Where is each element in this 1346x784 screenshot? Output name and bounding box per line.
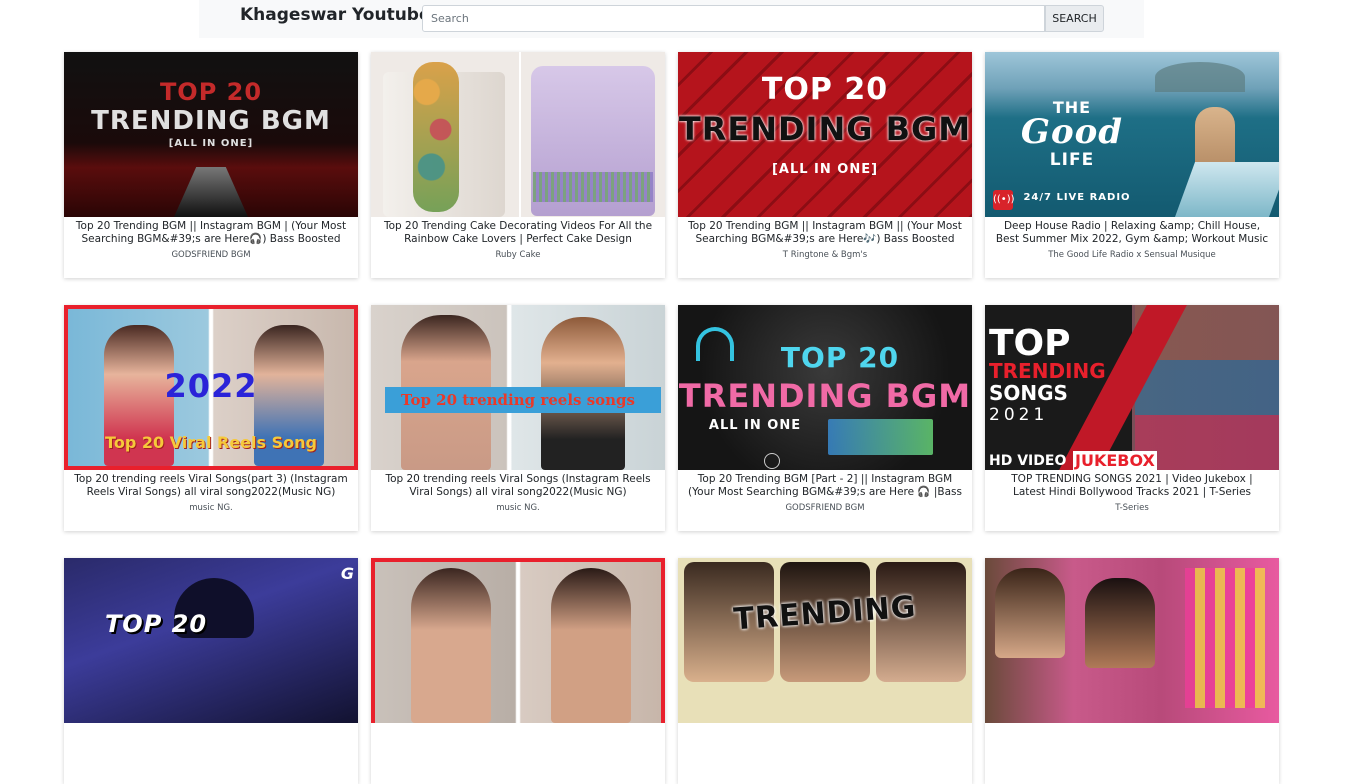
thumbnail-caption: TOP 20 [780, 341, 900, 374]
video-thumbnail[interactable]: TOP 20 TRENDING BGM [ALL IN ONE] [678, 52, 972, 217]
video-title[interactable] [371, 723, 665, 752]
video-card[interactable] [371, 558, 665, 784]
brand-title[interactable]: Khageswar Youtube [240, 5, 431, 25]
video-card[interactable]: G TOP 20 [64, 558, 358, 784]
thumbnail-caption: [ALL IN ONE] [771, 162, 879, 177]
video-title[interactable] [64, 723, 358, 752]
video-thumbnail[interactable]: TOP 20 TRENDING BGM [ALL IN ONE] [64, 52, 358, 217]
video-title[interactable] [985, 723, 1279, 752]
video-title[interactable]: Top 20 Trending BGM || Instagram BGM || … [678, 217, 972, 246]
thumbnail-caption: TRENDING BGM [678, 110, 972, 148]
thumbnail-caption: TRENDING BGM [678, 377, 972, 415]
channel-name[interactable]: The Good Life Radio x Sensual Musique [985, 250, 1279, 260]
logo-icon: G [340, 564, 354, 583]
video-thumbnail[interactable]: TOP 20 TRENDING BGM ALL IN ONE [678, 305, 972, 470]
video-thumbnail[interactable]: THE Good LIFE 24/7 LIVE RADIO ((•)) [985, 52, 1279, 217]
play-icon [764, 453, 780, 469]
video-title[interactable]: Top 20 trending reels Viral Songs(part 3… [64, 470, 358, 499]
video-card[interactable]: Top 20 Trending Cake Decorating Videos F… [371, 52, 665, 278]
channel-name[interactable]: music NG. [64, 503, 358, 513]
video-thumbnail[interactable] [371, 52, 665, 217]
video-card[interactable]: TOP TRENDING SONGS 2021 HD VIDEO JUKEBOX… [985, 305, 1279, 531]
thumbnail-caption: TRENDING BGM [91, 106, 331, 136]
thumbnail-caption: 24/7 LIVE RADIO [1023, 192, 1131, 203]
thumbnail-caption: TRENDING [989, 359, 1106, 383]
video-title[interactable]: Top 20 Trending BGM || Instagram BGM | (… [64, 217, 358, 246]
channel-name[interactable]: T-Series [985, 503, 1279, 513]
video-card[interactable]: TOP 20 TRENDING BGM ALL IN ONE Top 20 Tr… [678, 305, 972, 531]
video-card[interactable]: TRENDING [678, 558, 972, 784]
video-card[interactable]: TOP 20 TRENDING BGM [ALL IN ONE] Top 20 … [678, 52, 972, 278]
thumbnail-caption: TOP 20 [104, 610, 208, 638]
thumbnail-caption: Good [1020, 112, 1124, 152]
video-card[interactable]: Top 20 trending reels songs Top 20 trend… [371, 305, 665, 531]
search-button[interactable]: SEARCH [1045, 5, 1104, 32]
video-grid: TOP 20 TRENDING BGM [ALL IN ONE] Top 20 … [64, 52, 1280, 784]
video-thumbnail[interactable]: Top 20 trending reels songs [371, 305, 665, 470]
video-title[interactable]: TOP TRENDING SONGS 2021 | Video Jukebox … [985, 470, 1279, 499]
channel-name[interactable]: Ruby Cake [371, 250, 665, 260]
video-card[interactable]: THE Good LIFE 24/7 LIVE RADIO ((•)) Deep… [985, 52, 1279, 278]
video-title[interactable]: Top 20 Trending BGM [Part - 2] || Instag… [678, 470, 972, 499]
channel-name[interactable]: GODSFRIEND BGM [64, 250, 358, 260]
channel-name[interactable]: T Ringtone & Bgm's [678, 250, 972, 260]
navbar: Khageswar Youtube SEARCH [199, 0, 1144, 38]
video-card[interactable]: 2022 Top 20 Viral Reels Song Top 20 tren… [64, 305, 358, 531]
channel-name[interactable]: GODSFRIEND BGM [678, 503, 972, 513]
thumbnail-caption: 2022 [164, 367, 258, 405]
search-input[interactable] [422, 5, 1045, 32]
thumbnail-caption: [ALL IN ONE] [168, 138, 254, 149]
video-thumbnail[interactable]: TOP TRENDING SONGS 2021 HD VIDEO JUKEBOX [985, 305, 1279, 470]
video-title[interactable]: Top 20 Trending Cake Decorating Videos F… [371, 217, 665, 246]
thumbnail-caption: JUKEBOX [1073, 451, 1157, 470]
video-thumbnail[interactable]: 2022 Top 20 Viral Reels Song [64, 305, 358, 470]
video-title[interactable]: Top 20 trending reels Viral Songs (Insta… [371, 470, 665, 499]
thumbnail-caption: SONGS [989, 381, 1068, 405]
thumbnail-caption: TOP [989, 323, 1071, 364]
video-card[interactable]: TOP 20 TRENDING BGM [ALL IN ONE] Top 20 … [64, 52, 358, 278]
thumbnail-caption: 2021 [989, 405, 1049, 425]
video-card[interactable] [985, 558, 1279, 784]
video-thumbnail[interactable]: TRENDING [678, 558, 972, 723]
video-thumbnail[interactable]: G TOP 20 [64, 558, 358, 723]
video-thumbnail[interactable] [371, 558, 665, 723]
video-title[interactable] [678, 723, 972, 752]
thumbnail-caption: Top 20 trending reels songs [401, 391, 635, 409]
video-thumbnail[interactable] [985, 558, 1279, 723]
live-radio-icon: ((•)) [993, 190, 1015, 210]
thumbnail-caption: TOP 20 [761, 72, 889, 107]
channel-name[interactable]: music NG. [371, 503, 665, 513]
thumbnail-caption: Top 20 Viral Reels Song [105, 433, 317, 452]
thumbnail-caption: HD VIDEO [989, 453, 1067, 469]
video-title[interactable]: Deep House Radio | Relaxing &amp; Chill … [985, 217, 1279, 246]
thumbnail-caption: LIFE [1049, 150, 1095, 170]
thumbnail-caption: TOP 20 [159, 78, 263, 106]
